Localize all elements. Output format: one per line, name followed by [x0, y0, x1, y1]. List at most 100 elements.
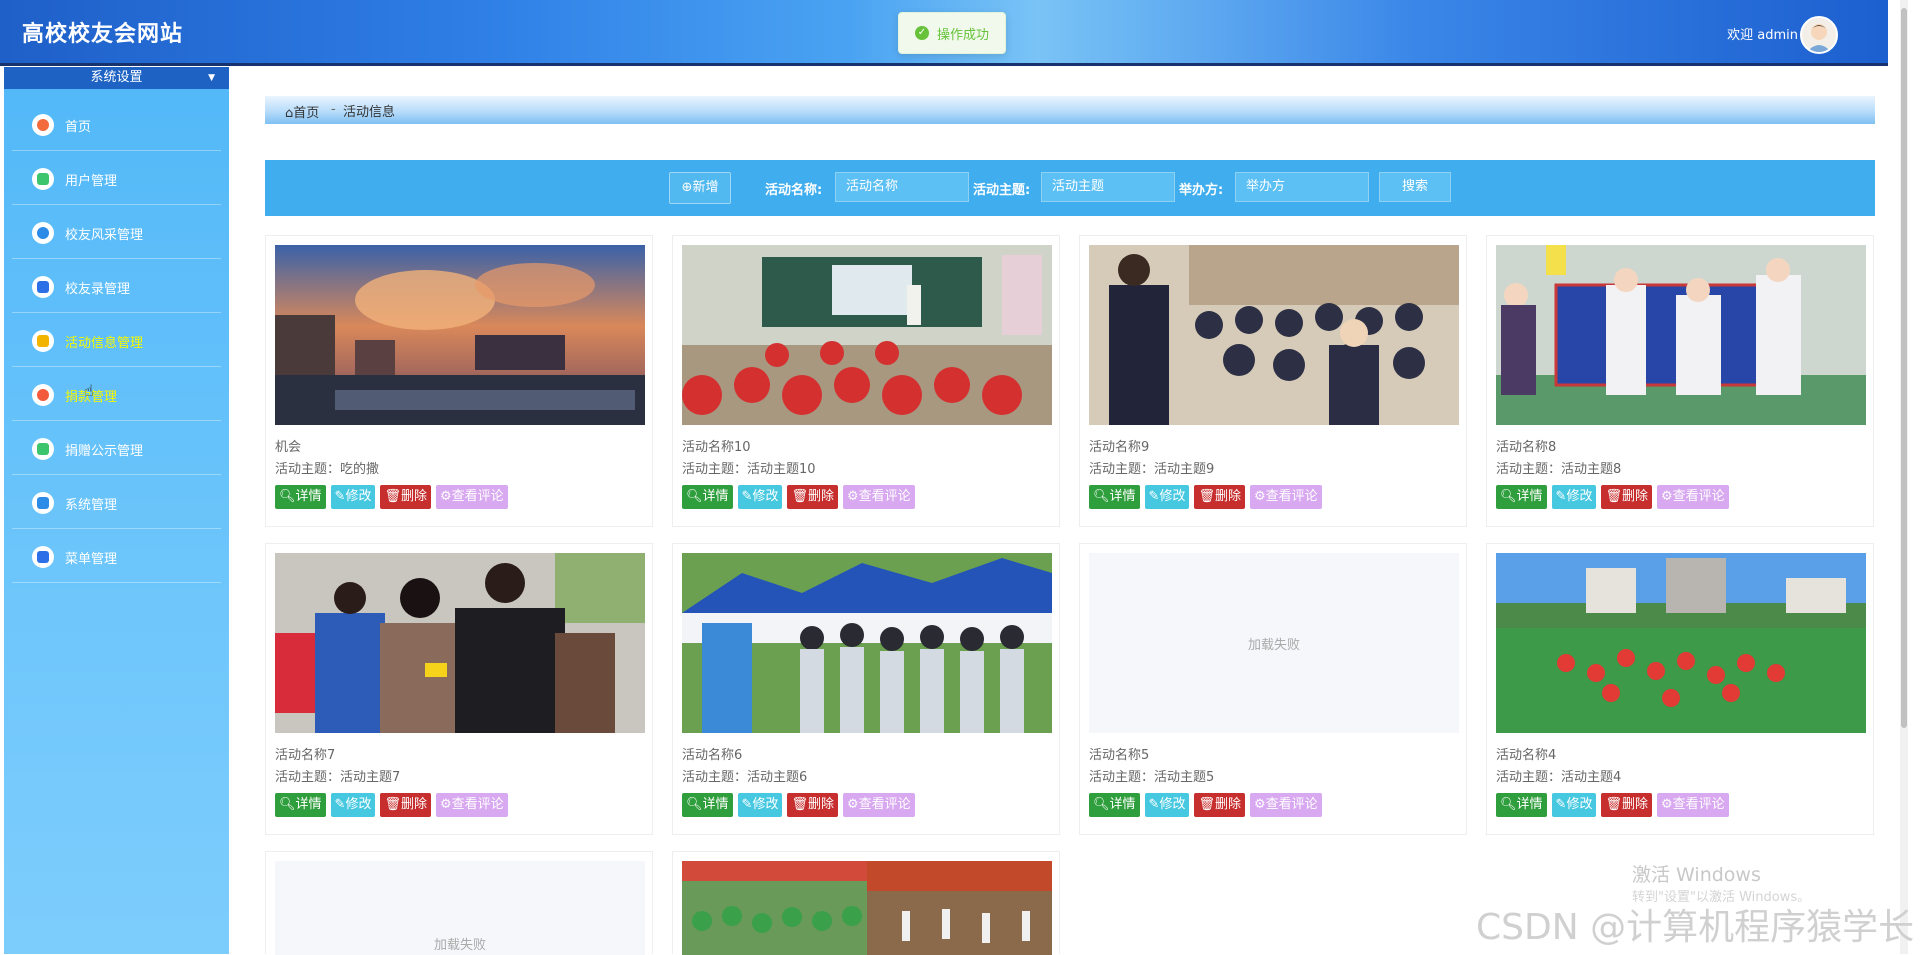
edit-button[interactable]: ✎修改 [330, 485, 376, 509]
activity-image[interactable] [1496, 553, 1866, 733]
delete-label: 删除 [1621, 489, 1648, 504]
gear-icon: ⚙ [846, 489, 859, 504]
edit-button[interactable]: ✎修改 [1144, 485, 1190, 509]
sidebar-item-activity[interactable]: 活动信息管理 [12, 313, 221, 367]
delete-label: 删除 [807, 797, 834, 812]
delete-button[interactable]: 🗑︎删除 [1194, 793, 1245, 817]
edit-button[interactable]: ✎修改 [737, 485, 783, 509]
add-button[interactable]: ⊕新增 [669, 172, 731, 204]
sidebar: 系统设置 ▼ 首页 用户管理 校友风采管理 校友录管理 活动信息管理 捐款管理 … [4, 67, 229, 954]
host-input[interactable]: 举办方 [1235, 172, 1369, 202]
delete-label: 删除 [807, 489, 834, 504]
site-title: 高校校友会网站 [22, 22, 184, 47]
detail-button[interactable]: 🔍︎详情 [682, 485, 733, 509]
delete-button[interactable]: 🗑︎删除 [787, 485, 838, 509]
csdn-watermark: CSDN @计算机程序猿学长 [1476, 907, 1915, 948]
sidebar-item-donation-public[interactable]: 捐赠公示管理 [12, 421, 221, 475]
search-icon: 🔍︎ [1093, 797, 1110, 812]
sidebar-item-home[interactable]: 首页 [12, 97, 221, 151]
view-comments-label: 查看评论 [451, 489, 504, 504]
activity-card [672, 851, 1060, 955]
delete-button[interactable]: 🗑︎删除 [380, 793, 431, 817]
calendar-icon [32, 330, 54, 352]
avatar[interactable] [1800, 16, 1838, 54]
activity-card: 加载失败 活动名称5 活动主题：活动主题5 🔍︎详情 ✎修改 🗑︎删除 ⚙查看评… [1079, 543, 1467, 835]
sidebar-item-donation[interactable]: 捐款管理 ☝ [12, 367, 221, 421]
delete-button[interactable]: 🗑︎删除 [380, 485, 431, 509]
sidebar-item-alumni-style[interactable]: 校友风采管理 [12, 205, 221, 259]
activity-card: 活动名称9 活动主题：活动主题9 🔍︎详情 ✎修改 🗑︎删除 ⚙查看评论 [1079, 235, 1467, 527]
trash-icon: 🗑︎ [1605, 489, 1622, 504]
activity-image[interactable] [682, 245, 1052, 425]
activity-card: 活动名称7 活动主题：活动主题7 🔍︎详情 ✎修改 🗑︎删除 ⚙查看评论 [265, 543, 653, 835]
activity-image[interactable] [275, 245, 645, 425]
edit-button[interactable]: ✎修改 [1551, 485, 1597, 509]
activity-theme-input[interactable]: 活动主题 [1041, 172, 1175, 202]
host-label: 举办方: [1179, 183, 1224, 198]
delete-button[interactable]: 🗑︎删除 [1601, 793, 1652, 817]
delete-button[interactable]: 🗑︎删除 [1601, 485, 1652, 509]
trash-icon: 🗑︎ [1198, 489, 1215, 504]
breadcrumb-home[interactable]: ⌂首页 [285, 102, 319, 121]
activity-image-failed[interactable]: 加载失败 [1089, 553, 1459, 733]
activity-image[interactable] [1089, 245, 1459, 425]
detail-button[interactable]: 🔍︎详情 [1496, 485, 1547, 509]
detail-button[interactable]: 🔍︎详情 [275, 793, 326, 817]
search-icon: 🔍︎ [686, 489, 703, 504]
edit-button[interactable]: ✎修改 [1144, 793, 1190, 817]
view-comments-button[interactable]: ⚙查看评论 [842, 485, 915, 509]
edit-button[interactable]: ✎修改 [737, 793, 783, 817]
sidebar-item-label: 校友录管理 [65, 282, 131, 297]
detail-label: 详情 [702, 797, 729, 812]
sidebar-item-users[interactable]: 用户管理 [12, 151, 221, 205]
activity-theme: 活动主题：活动主题6 [682, 770, 808, 785]
activity-image-failed[interactable]: 加载失败 [275, 861, 645, 955]
delete-label: 删除 [1214, 797, 1241, 812]
view-comments-label: 查看评论 [1672, 797, 1725, 812]
view-comments-button[interactable]: ⚙查看评论 [1249, 485, 1322, 509]
delete-button[interactable]: 🗑︎删除 [787, 793, 838, 817]
add-button-label: 新增 [692, 180, 719, 195]
activity-theme: 活动主题：活动主题4 [1496, 770, 1622, 785]
sidebar-item-menu[interactable]: 菜单管理 [12, 529, 221, 583]
view-comments-button[interactable]: ⚙查看评论 [435, 793, 508, 817]
edit-button[interactable]: ✎修改 [330, 793, 376, 817]
delete-label: 删除 [400, 797, 427, 812]
view-comments-button[interactable]: ⚙查看评论 [1656, 793, 1729, 817]
edit-button[interactable]: ✎修改 [1551, 793, 1597, 817]
activity-image[interactable] [1496, 245, 1866, 425]
detail-button[interactable]: 🔍︎详情 [682, 793, 733, 817]
gear-icon: ⚙ [439, 489, 452, 504]
detail-button[interactable]: 🔍︎详情 [275, 485, 326, 509]
hand-cursor-icon: ☝ [84, 381, 94, 400]
activity-name-input[interactable]: 活动名称 [835, 172, 969, 202]
sidebar-item-alumni-directory[interactable]: 校友录管理 [12, 259, 221, 313]
delete-label: 删除 [1621, 797, 1648, 812]
delete-button[interactable]: 🗑︎删除 [1194, 485, 1245, 509]
sidebar-section-header[interactable]: 系统设置 ▼ [4, 67, 229, 89]
view-comments-button[interactable]: ⚙查看评论 [1656, 485, 1729, 509]
view-comments-label: 查看评论 [1265, 797, 1318, 812]
gear-icon: ⚙ [439, 797, 452, 812]
edit-label: 修改 [1566, 489, 1593, 504]
view-comments-button[interactable]: ⚙查看评论 [1249, 793, 1322, 817]
activity-theme: 活动主题：活动主题5 [1089, 770, 1215, 785]
view-comments-button[interactable]: ⚙查看评论 [842, 793, 915, 817]
detail-button[interactable]: 🔍︎详情 [1089, 793, 1140, 817]
trash-icon: 🗑︎ [1605, 797, 1622, 812]
activity-image[interactable] [682, 861, 1052, 955]
search-button[interactable]: 搜索 [1379, 172, 1451, 202]
detail-button[interactable]: 🔍︎详情 [1496, 793, 1547, 817]
detail-label: 详情 [1516, 797, 1543, 812]
activity-image[interactable] [682, 553, 1052, 733]
pencil-icon: ✎ [334, 797, 346, 812]
flower-icon [32, 384, 54, 406]
sidebar-item-system[interactable]: 系统管理 [12, 475, 221, 529]
scrollbar-thumb[interactable] [1901, 8, 1907, 728]
view-comments-button[interactable]: ⚙查看评论 [435, 485, 508, 509]
pencil-icon: ✎ [741, 797, 753, 812]
breadcrumb-home-label: 首页 [293, 106, 320, 121]
activity-image[interactable] [275, 553, 645, 733]
detail-button[interactable]: 🔍︎详情 [1089, 485, 1140, 509]
breadcrumb: ⌂首页 - 活动信息 [265, 96, 1875, 124]
